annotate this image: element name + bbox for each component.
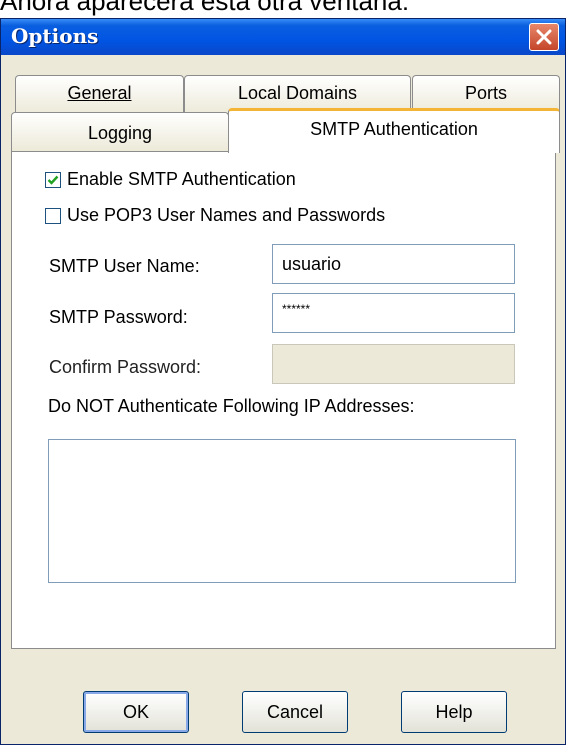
options-dialog: Options General Local Domains Ports Logg… <box>0 18 566 745</box>
ip-address-list[interactable] <box>48 439 516 583</box>
use-pop3-label: Use POP3 User Names and Passwords <box>67 205 386 225</box>
password-field[interactable]: ****** <box>272 293 515 333</box>
user-name-label: SMTP User Name: <box>49 256 200 276</box>
ip-list-label: Do NOT Authenticate Following IP Address… <box>48 396 415 416</box>
use-pop3-checkbox[interactable]: Use POP3 User Names and Passwords <box>45 205 385 226</box>
confirm-password-label: Confirm Password: <box>49 357 202 377</box>
checkmark-icon <box>47 175 59 185</box>
user-name-value: usuario <box>282 254 342 274</box>
password-label: SMTP Password: <box>49 307 188 327</box>
checkbox-box[interactable] <box>45 207 61 224</box>
enable-auth-label: Enable SMTP Authentication <box>67 169 296 189</box>
enable-auth-checkbox[interactable]: Enable SMTP Authentication <box>45 169 296 190</box>
user-name-field[interactable]: usuario <box>272 244 515 284</box>
checkbox-box[interactable] <box>45 171 61 188</box>
confirm-password-field[interactable] <box>272 344 515 384</box>
page-caption: Ahora aparecera esta otra ventana: <box>0 0 410 16</box>
password-value: ****** <box>282 302 311 316</box>
